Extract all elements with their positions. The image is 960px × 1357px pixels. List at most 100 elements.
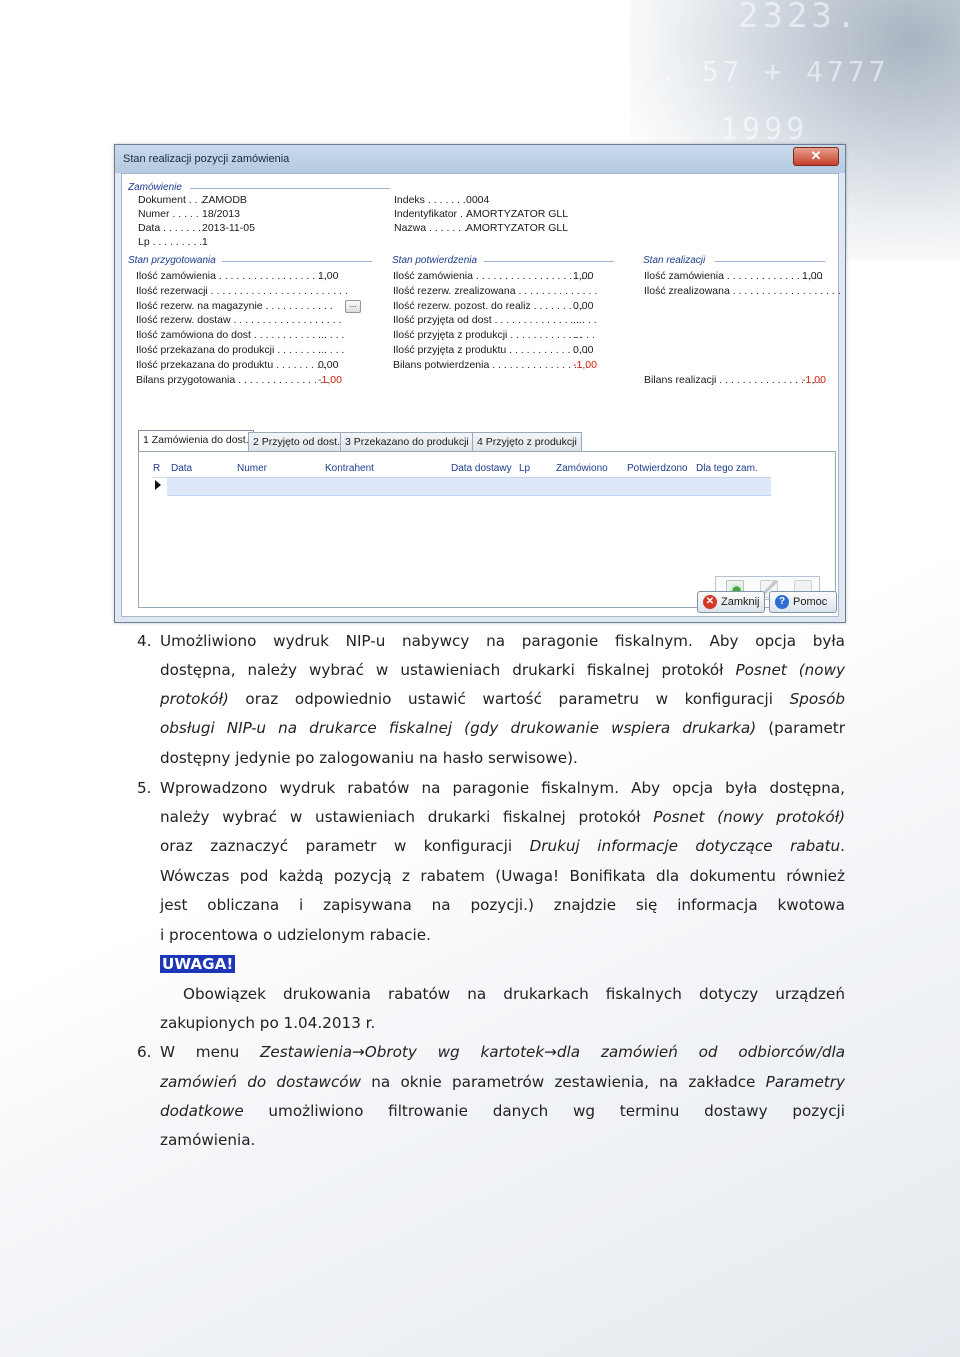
field-row: Ilość zamówienia . . . . . . . . . . . .… bbox=[136, 270, 338, 282]
field-label: Ilość rezerw. dostaw . . . . . . . . . .… bbox=[136, 314, 342, 327]
text-line: Wprowadzono wydruk rabatów na paragonie … bbox=[160, 779, 845, 799]
column-header[interactable]: Data dostawy bbox=[451, 463, 512, 474]
column-header[interactable]: R bbox=[153, 463, 160, 474]
italic-run: Obroty wg kartotek bbox=[364, 1043, 545, 1061]
text-line: zamówienia. bbox=[160, 1131, 845, 1151]
window-titlebar: Stan realizacji pozycji zamówienia ✕ bbox=[115, 145, 845, 173]
help-button[interactable]: ? Pomoc bbox=[769, 591, 837, 613]
field-row: Ilość rezerw. na magazynie . . . . . . .… bbox=[136, 300, 333, 312]
field-row: Indeks . . . . . . . 0004 bbox=[394, 194, 489, 206]
field-label: Ilość zamówienia . . . . . . . . . . . .… bbox=[644, 270, 824, 282]
column-header[interactable]: Dla tego zam. bbox=[696, 463, 758, 474]
italic-run: zamówień do dostawców bbox=[160, 1073, 362, 1091]
field-value: -1,00 bbox=[573, 358, 597, 371]
group-divider bbox=[715, 261, 825, 262]
column-header[interactable]: Numer bbox=[237, 463, 267, 474]
item-number: 6. bbox=[137, 1043, 152, 1061]
field-row: Ilość rezerw. pozost. do realiz . . . . … bbox=[393, 300, 593, 312]
selected-row-highlight bbox=[167, 477, 771, 496]
order-group-title: Zamówienie bbox=[128, 182, 182, 193]
text-run: dostępny jedynie po zalogowaniu na hasło… bbox=[160, 749, 578, 767]
italic-run: Posnet (nowy protokół) bbox=[653, 808, 845, 826]
prep-group-title: Stan przygotowania bbox=[128, 255, 216, 266]
group-divider bbox=[484, 261, 614, 262]
field-value: AMORTYZATOR GLL bbox=[466, 222, 569, 234]
field-label: Ilość rezerw. zrealizowana . . . . . . .… bbox=[393, 284, 598, 297]
field-row: Indentyfikator . . AMORTYZATOR GLL bbox=[394, 208, 568, 220]
field-value: 0004 bbox=[466, 194, 490, 206]
text-run: dostępna, należy wybrać w ustawieniach d… bbox=[160, 661, 736, 679]
column-header[interactable]: Lp bbox=[519, 463, 530, 474]
tab-received-from-supplier[interactable]: 2 Przyjęto od dost. bbox=[248, 432, 345, 451]
italic-run: dla zamówień od odbiorców/dla bbox=[556, 1043, 846, 1061]
table-row[interactable] bbox=[153, 477, 771, 496]
group-divider bbox=[222, 261, 372, 262]
field-row: Dokument . . . ZAMODB bbox=[138, 194, 247, 206]
text-run: Wprowadzono wydruk rabatów na paragonie … bbox=[160, 779, 845, 797]
field-label: Bilans potwierdzenia . . . . . . . . . .… bbox=[393, 358, 589, 371]
close-button-label: Zamknij bbox=[721, 596, 760, 608]
italic-run: Sposób bbox=[789, 690, 845, 708]
text-run: Obowiązek drukowania rabatów na drukarka… bbox=[183, 985, 845, 1003]
text-line: obsługi NIP-u na drukarce fiskalnej (gdy… bbox=[160, 719, 845, 739]
text-line: dostępny jedynie po zalogowaniu na hasło… bbox=[160, 749, 845, 769]
text-line: jest obliczana i zapisywana na pozycji.)… bbox=[160, 896, 845, 916]
field-label: Ilość przyjęta od dost . . . . . . . . .… bbox=[393, 314, 597, 327]
field-label: Numer . . . . . bbox=[138, 208, 199, 220]
field-value: AMORTYZATOR GLL bbox=[466, 208, 569, 220]
close-x-icon: ✕ bbox=[703, 595, 717, 609]
text-line: Umożliwiono wydruk NIP-u nabywcy na para… bbox=[160, 632, 845, 652]
tab-passed-to-production[interactable]: 3 Przekazano do produkcji bbox=[340, 432, 474, 451]
text-line: zamówień do dostawców na oknie parametró… bbox=[160, 1073, 845, 1093]
confirm-group-title: Stan potwierdzenia bbox=[392, 255, 478, 266]
italic-run: Posnet (nowy bbox=[735, 661, 845, 679]
window-close-button[interactable]: ✕ bbox=[793, 147, 839, 166]
text-line: W menu Zestawienia→Obroty wg kartotek→dl… bbox=[160, 1043, 845, 1063]
text-line: protokół) oraz odpowiednio ustawić warto… bbox=[160, 690, 845, 710]
grid-header: R Data Numer Kontrahent Data dostawy Lp … bbox=[153, 460, 771, 478]
column-header[interactable]: Potwierdzono bbox=[627, 463, 688, 474]
close-button[interactable]: ✕ Zamknij bbox=[697, 591, 765, 613]
text-line: Wówczas pod każdą pozycją z rabatem (Uwa… bbox=[160, 867, 845, 887]
field-label: Indeks . . . . . . . bbox=[394, 194, 466, 206]
reservation-details-button[interactable]: ... bbox=[345, 300, 361, 313]
text-line: i procentowa o udzielonym rabacie. bbox=[160, 926, 845, 946]
field-row: Nazwa . . . . . . . AMORTYZATOR GLL bbox=[394, 222, 568, 234]
field-label: Ilość zamówienia . . . . . . . . . . . .… bbox=[136, 270, 327, 282]
italic-run: Parametry bbox=[765, 1073, 845, 1091]
field-row: Bilans realizacji . . . . . . . . . . . … bbox=[644, 374, 826, 386]
field-label: Indentyfikator . . bbox=[394, 208, 469, 220]
window-title: Stan realizacji pozycji zamówienia bbox=[123, 153, 290, 165]
tab-orders-to-supplier[interactable]: 1 Zamówienia do dost. bbox=[138, 430, 254, 451]
field-value: 1 bbox=[202, 236, 208, 248]
field-row: Numer . . . . . 18/2013 bbox=[138, 208, 240, 220]
field-value: ... bbox=[318, 329, 327, 342]
field-row: Ilość zrealizowana . . . . . . . . . . .… bbox=[644, 285, 841, 297]
italic-run: protokół) bbox=[160, 690, 229, 708]
field-value: 0,00 bbox=[573, 299, 594, 312]
field-value: 1,00 bbox=[318, 270, 339, 282]
order-item-status-window: Stan realizacji pozycji zamówienia ✕ Zam… bbox=[114, 144, 846, 623]
field-row: Ilość przekazana do produktu . . . . . .… bbox=[136, 359, 338, 371]
tab-received-from-production[interactable]: 4 Przyjęto z produkcji bbox=[472, 432, 582, 451]
field-value: -1,00 bbox=[802, 374, 826, 386]
item-number: 4. bbox=[137, 632, 152, 650]
arrow-icon: → bbox=[544, 1043, 557, 1061]
text-run: zamówienia. bbox=[160, 1131, 256, 1149]
text-run: . bbox=[840, 837, 845, 855]
uwaga-badge: UWAGA! bbox=[160, 955, 236, 973]
column-header[interactable]: Kontrahent bbox=[325, 463, 374, 474]
column-header[interactable]: Data bbox=[171, 463, 192, 474]
field-row: Ilość zamówienia . . . . . . . . . . . .… bbox=[644, 270, 823, 282]
italic-run: dodatkowe bbox=[160, 1102, 244, 1120]
field-value: ... bbox=[573, 329, 582, 342]
italic-run: Drukuj informacje dotyczące rabatu bbox=[529, 837, 841, 855]
column-header[interactable]: Zamówiono bbox=[556, 463, 608, 474]
field-row: Lp . . . . . . . . . 1 bbox=[138, 236, 208, 248]
item-number: 5. bbox=[137, 779, 152, 797]
field-value: 1,00 bbox=[802, 270, 823, 282]
text-run: zakupionych po 1.04.2013 r. bbox=[160, 1014, 376, 1032]
field-row: Ilość zamówienia . . . . . . . . . . . .… bbox=[393, 270, 593, 282]
field-value: ... bbox=[573, 314, 582, 327]
text-run: na oknie parametrów zestawienia, na zakł… bbox=[361, 1073, 766, 1091]
